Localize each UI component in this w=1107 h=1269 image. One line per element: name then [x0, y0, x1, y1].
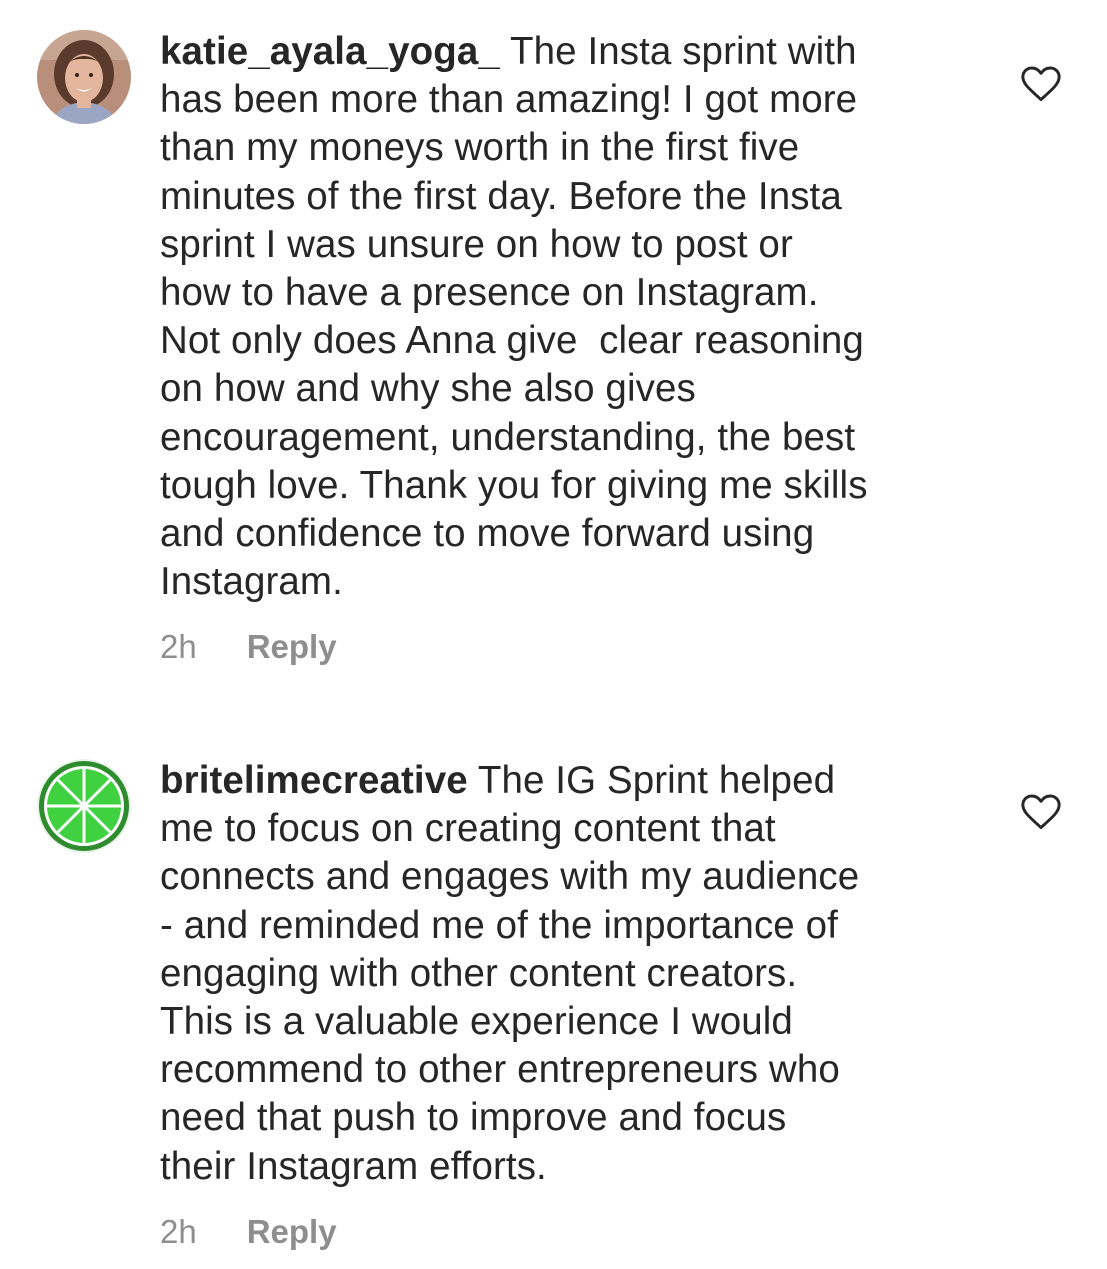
comment-text-line: than my moneys worth in the first five [160, 126, 800, 170]
comment-timestamp: 2h [160, 628, 197, 665]
comment-timestamp: 2h [160, 1213, 197, 1250]
comment-text-line: engaging with other content creators. [160, 951, 798, 995]
comment-text-line: - and reminded me of the importance of [160, 903, 838, 947]
comment-first-line: britelimecreative The IG Sprint helped [160, 757, 970, 805]
comment-body: katie_ayala_yoga_ The Insta sprint with … [160, 28, 970, 606]
comment-text-line: connects and engages with my audience [160, 855, 860, 899]
comment-text-line: their Instagram efforts. [160, 1144, 547, 1188]
comment-text-line: The IG Sprint helped [467, 759, 836, 802]
comment-meta: 2h Reply [160, 1213, 337, 1251]
comment-text-line: me to focus on creating content that [160, 807, 776, 851]
avatar[interactable] [37, 759, 131, 853]
comment-text-line: Instagram. [160, 560, 343, 604]
comment-text-line: how to have a presence on Instagram. [160, 271, 819, 315]
comment-username[interactable]: britelimecreative [160, 759, 468, 802]
comment-text-line: recommend to other entrepreneurs who [160, 1048, 840, 1092]
reply-button[interactable]: Reply [247, 1213, 337, 1251]
comment-text-line: has been more than amazing! I got more [160, 78, 858, 122]
avatar[interactable] [37, 30, 131, 124]
heart-outline-icon[interactable] [1020, 793, 1062, 831]
reply-button[interactable]: Reply [247, 628, 337, 666]
comment-text-line: and confidence to move forward using [160, 512, 815, 556]
comment-text-line: The Insta sprint with [499, 30, 857, 73]
lime-slice-logo [37, 759, 131, 853]
comment-text-line: on how and why she also gives [160, 367, 696, 411]
comment-first-line: katie_ayala_yoga_ The Insta sprint with [160, 28, 970, 76]
comment-text-line: This is a valuable experience I would [160, 1000, 793, 1044]
comment-text-line: sprint I was unsure on how to post or [160, 222, 793, 266]
comment-text-line: minutes of the first day. Before the Ins… [160, 174, 842, 218]
user-avatar-photo [37, 30, 131, 124]
comment-meta: 2h Reply [160, 628, 337, 666]
heart-outline-icon[interactable] [1020, 65, 1062, 103]
comment-text-line: encouragement, understanding, the best [160, 415, 856, 459]
comment-username[interactable]: katie_ayala_yoga_ [160, 30, 500, 73]
comment-text-line: tough love. Thank you for giving me skil… [160, 463, 868, 507]
comment-body: britelimecreative The IG Sprint helped m… [160, 757, 970, 1191]
comment-text-line: need that push to improve and focus [160, 1096, 787, 1140]
comment-text-line: Not only does Anna give clear reasoning [160, 319, 864, 363]
